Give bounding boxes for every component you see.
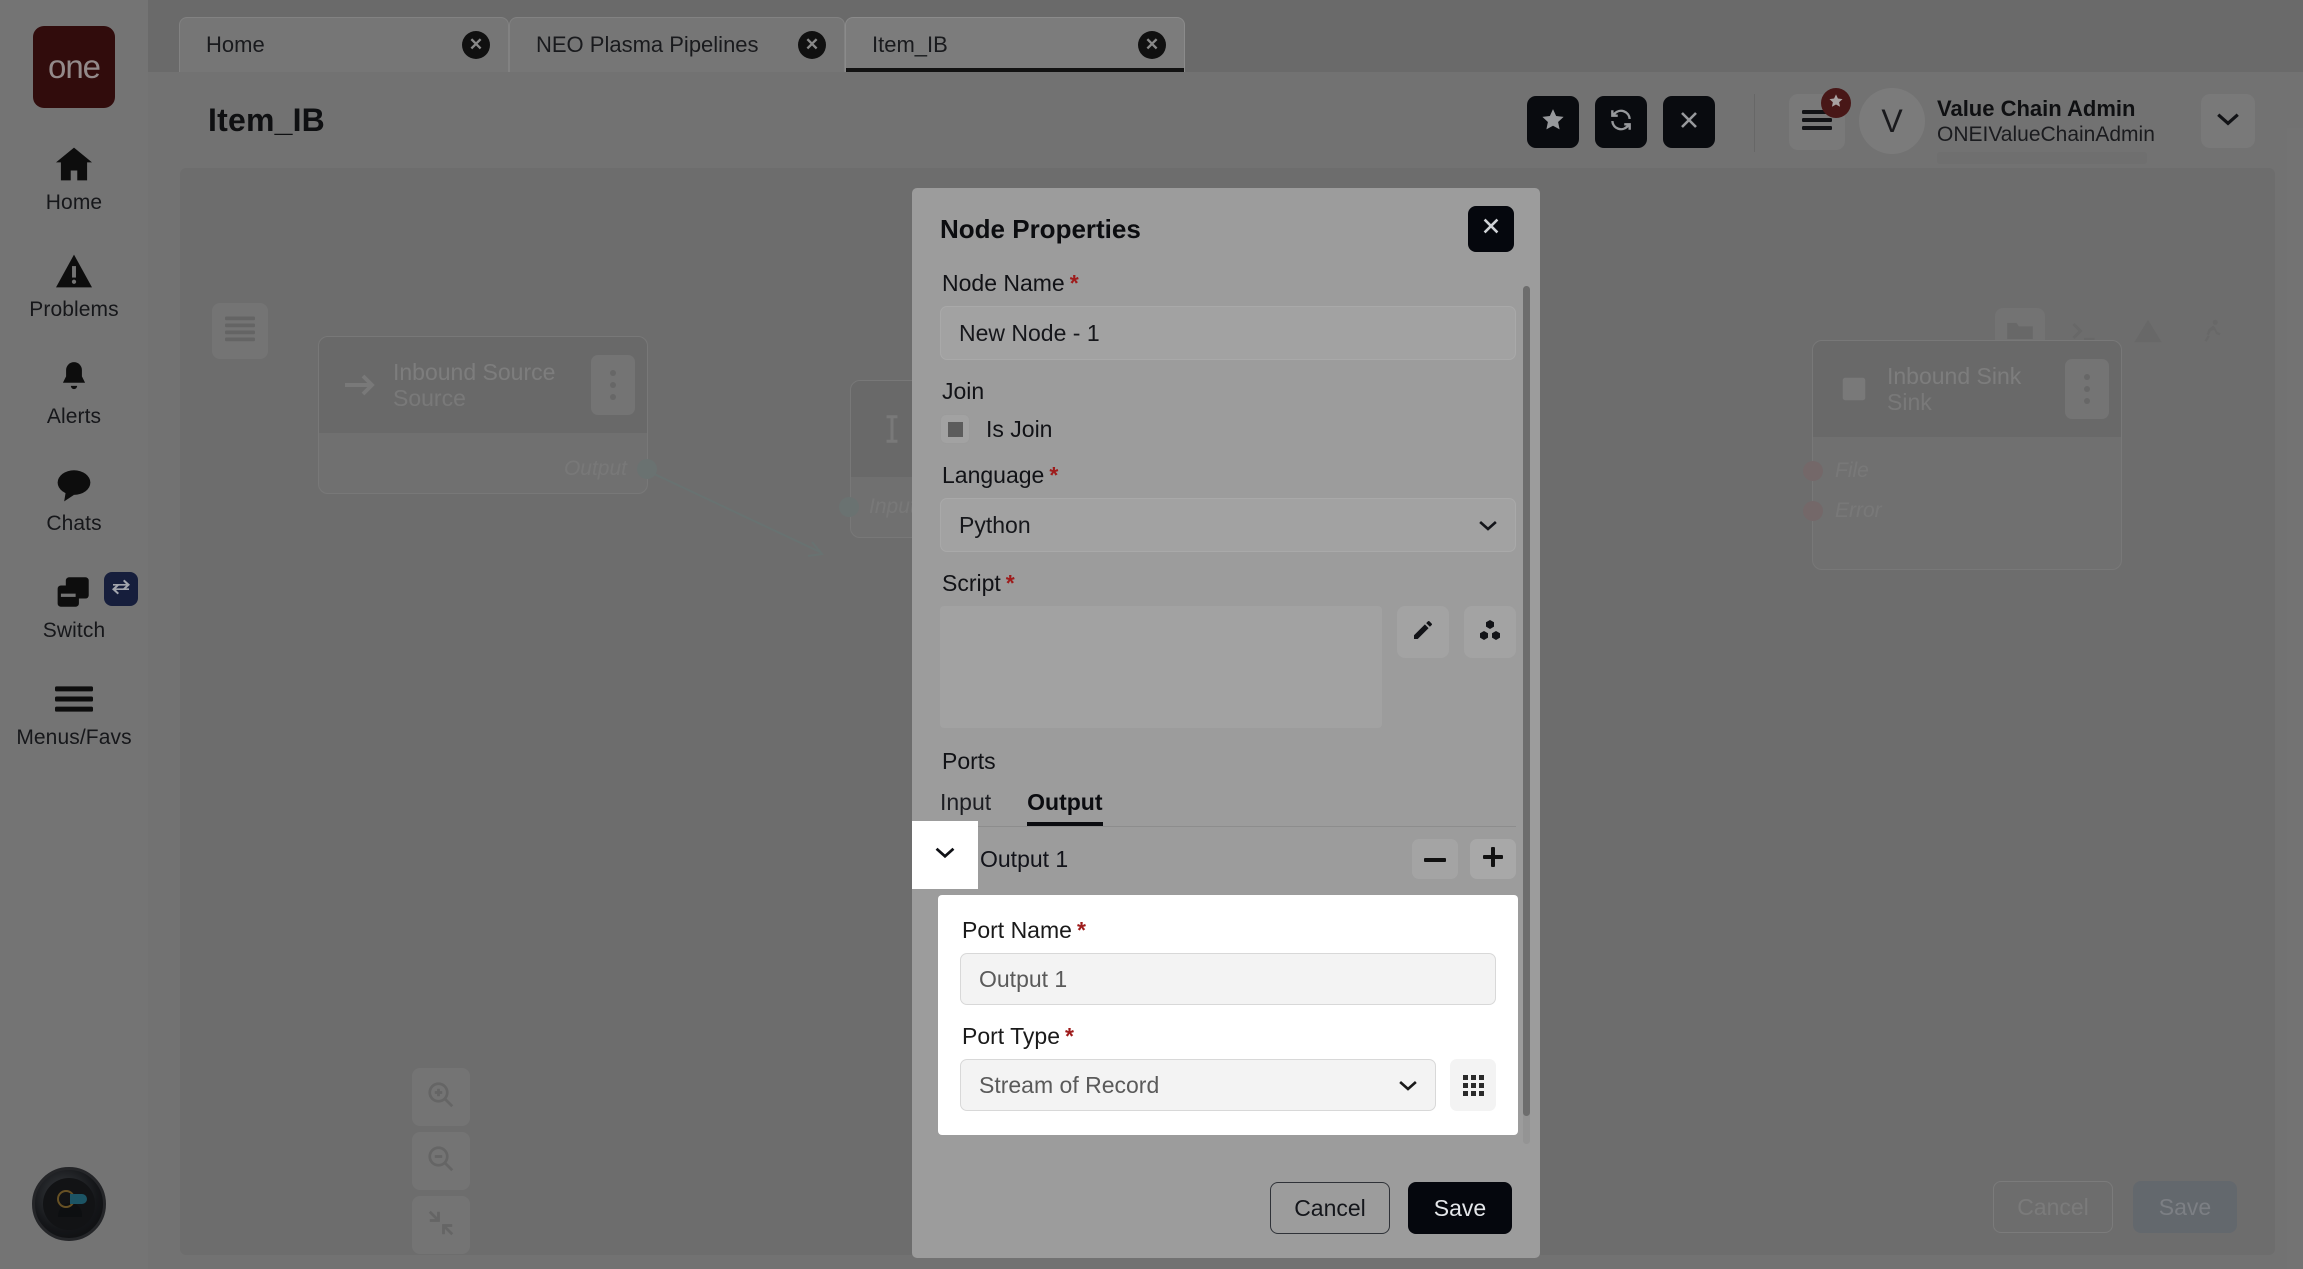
language-value: Python: [959, 512, 1031, 539]
port-type-value: Stream of Record: [979, 1072, 1159, 1099]
dialog-header: Node Properties: [912, 188, 1540, 270]
join-group-label: Join: [942, 378, 1516, 405]
required-marker: *: [1070, 270, 1079, 296]
script-label: Script*: [942, 570, 1516, 597]
app-root: one Home Problems Alerts Chats: [0, 0, 2303, 1269]
port-expand-toggle[interactable]: [912, 821, 978, 889]
node-name-input[interactable]: New Node - 1: [940, 306, 1516, 360]
dialog-body[interactable]: Node Name* New Node - 1 Join Is Join Lan…: [912, 270, 1540, 1158]
label-text: Language: [942, 462, 1044, 488]
script-textarea[interactable]: [940, 606, 1382, 728]
port-type-picker-button[interactable]: [1450, 1059, 1496, 1111]
required-marker: *: [1049, 462, 1058, 488]
ports-tabs: Input Output: [940, 789, 1516, 827]
dialog-cancel-button[interactable]: Cancel: [1270, 1182, 1390, 1234]
dialog-footer: Cancel Save: [912, 1158, 1540, 1258]
dialog-close-button[interactable]: [1468, 206, 1514, 252]
field-script: Script*: [940, 570, 1516, 728]
script-blocks-button[interactable]: [1464, 606, 1516, 658]
port-type-label: Port Type*: [962, 1023, 1496, 1050]
label-text: Port Type: [962, 1023, 1060, 1049]
chevron-down-icon: [1397, 1072, 1419, 1099]
script-row: [940, 606, 1516, 728]
port-row-actions: [1412, 839, 1516, 879]
required-marker: *: [1065, 1023, 1074, 1049]
pencil-icon: [1411, 618, 1435, 647]
required-marker: *: [1077, 917, 1086, 943]
port-name-label: Port Name*: [962, 917, 1496, 944]
language-select[interactable]: Python: [940, 498, 1516, 552]
chevron-down-icon: [1477, 512, 1499, 539]
node-properties-dialog: Node Properties Node Name* New Node - 1: [912, 188, 1540, 1258]
field-language: Language* Python: [940, 462, 1516, 552]
label-text: Port Name: [962, 917, 1072, 943]
port-name-value: Output 1: [979, 966, 1067, 993]
scrollbar-thumb[interactable]: [1523, 286, 1530, 1116]
port-detail-card: Port Name* Output 1 Port Type* Stream of…: [938, 895, 1518, 1135]
checkbox-mark: [948, 422, 963, 437]
x-icon: [1480, 215, 1502, 243]
grid-icon: [1463, 1075, 1484, 1096]
node-name-label: Node Name*: [942, 270, 1516, 297]
label-text: Script: [942, 570, 1001, 596]
tab-ports-output[interactable]: Output: [1027, 789, 1102, 826]
dialog-save-button[interactable]: Save: [1408, 1182, 1512, 1234]
port-type-row: Stream of Record: [960, 1059, 1496, 1111]
required-marker: *: [1006, 570, 1015, 596]
plus-icon: [1482, 846, 1504, 873]
chevron-down-icon: [933, 845, 957, 865]
ports-section-label: Ports: [942, 748, 1516, 775]
field-node-name: Node Name* New Node - 1: [940, 270, 1516, 360]
cubes-icon: [1478, 618, 1502, 647]
is-join-label: Is Join: [986, 416, 1052, 443]
dialog-title: Node Properties: [940, 214, 1141, 245]
node-name-value: New Node - 1: [959, 320, 1100, 347]
script-edit-button[interactable]: [1397, 606, 1449, 658]
is-join-checkbox[interactable]: [940, 414, 970, 444]
port-type-select[interactable]: Stream of Record: [960, 1059, 1436, 1111]
field-join: Join Is Join: [940, 378, 1516, 444]
remove-port-button[interactable]: [1412, 839, 1458, 879]
port-list-row: Output 1: [940, 827, 1516, 891]
add-port-button[interactable]: [1470, 839, 1516, 879]
label-text: Node Name: [942, 270, 1065, 296]
port-row-name: Output 1: [980, 846, 1068, 873]
minus-icon: [1424, 850, 1446, 868]
language-label: Language*: [942, 462, 1516, 489]
is-join-row[interactable]: Is Join: [940, 414, 1516, 444]
port-name-input[interactable]: Output 1: [960, 953, 1496, 1005]
field-port-name: Port Name* Output 1: [960, 917, 1496, 1005]
field-port-type: Port Type* Stream of Record: [960, 1023, 1496, 1111]
